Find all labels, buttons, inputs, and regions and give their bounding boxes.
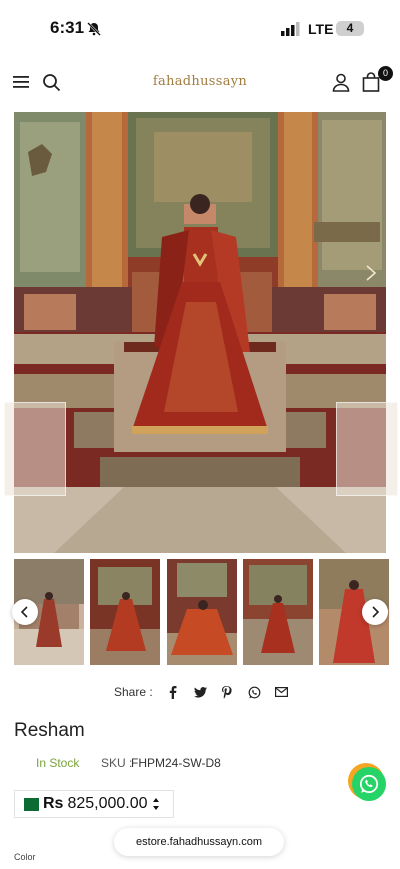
product-title: Resham bbox=[14, 720, 85, 741]
brand-logo[interactable]: fahadhussayn bbox=[140, 74, 260, 89]
status-time: 6:31 bbox=[50, 18, 85, 37]
share-label: Share : bbox=[114, 685, 153, 699]
cart-count-badge: 0 bbox=[378, 66, 393, 81]
pinterest-icon[interactable] bbox=[221, 685, 234, 699]
twitter-icon[interactable] bbox=[193, 686, 207, 699]
thumbnail-4[interactable] bbox=[243, 559, 313, 665]
chevron-left-icon bbox=[20, 606, 28, 618]
battery-indicator: 4 bbox=[336, 21, 364, 36]
share-row: Share : bbox=[114, 684, 288, 700]
color-label: Color bbox=[14, 852, 36, 862]
whatsapp-icon[interactable] bbox=[248, 686, 261, 699]
product-main-image[interactable] bbox=[14, 112, 386, 553]
stock-status: In Stock bbox=[36, 756, 80, 770]
menu-icon[interactable] bbox=[13, 75, 29, 89]
pakistan-flag-icon bbox=[19, 797, 39, 811]
network-type: LTE bbox=[308, 21, 334, 37]
bell-muted-icon bbox=[87, 22, 101, 36]
thumbnail-prev-button[interactable] bbox=[12, 599, 38, 625]
sku-label: SKU : bbox=[101, 756, 133, 770]
thumbnail-3[interactable] bbox=[167, 559, 237, 665]
facebook-icon[interactable] bbox=[167, 685, 180, 699]
currency-code: Rs bbox=[43, 795, 64, 812]
browser-url-bar[interactable]: estore.fahadhussayn.com bbox=[114, 828, 284, 856]
user-icon[interactable] bbox=[332, 73, 350, 92]
search-icon[interactable] bbox=[42, 73, 61, 92]
thumbnail-next-button[interactable] bbox=[362, 599, 388, 625]
chevron-right-icon[interactable] bbox=[364, 264, 378, 282]
mail-icon[interactable] bbox=[274, 686, 288, 699]
next-slide-preview[interactable] bbox=[336, 402, 398, 496]
thumbnail-strip bbox=[12, 559, 390, 665]
sku-value: FHPM24-SW-D8 bbox=[131, 756, 221, 770]
chevron-right-icon bbox=[372, 606, 380, 618]
previous-slide-preview[interactable] bbox=[4, 402, 66, 496]
whatsapp-chat-button[interactable] bbox=[352, 767, 386, 801]
product-price: 825,000.00 bbox=[67, 795, 148, 812]
signal-icon bbox=[281, 22, 300, 36]
thumbnail-2[interactable] bbox=[90, 559, 160, 665]
currency-price-selector[interactable]: Rs 825,000.00 bbox=[14, 790, 174, 818]
whatsapp-icon bbox=[359, 774, 379, 794]
up-down-arrows-icon bbox=[152, 798, 159, 810]
